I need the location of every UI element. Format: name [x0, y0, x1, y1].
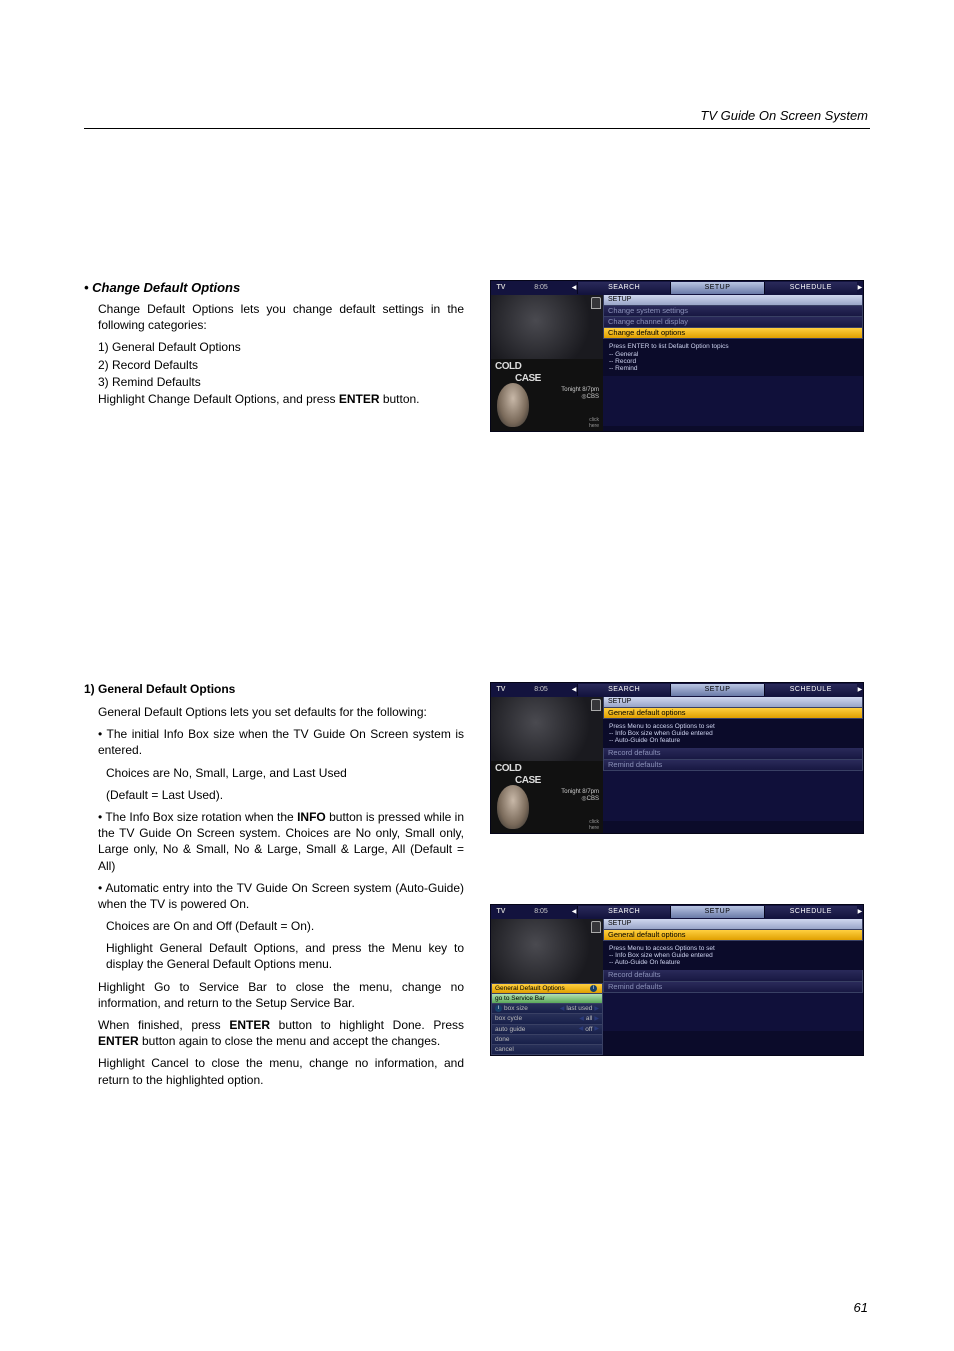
option-box-cycle: box cycle◀all▶	[491, 1014, 603, 1024]
sec2-b2: • The Info Box size rotation when the IN…	[84, 809, 464, 874]
menu-remind-defaults: Remind defaults	[603, 760, 863, 771]
tab-setup: SETUP	[670, 282, 763, 294]
info-icon: i	[590, 985, 597, 992]
sec1-list-1: 1) General Default Options	[98, 339, 464, 355]
page-header-title: TV Guide On Screen System	[700, 108, 868, 123]
option-box-size: ibox size◀last used▶	[491, 1004, 603, 1014]
tab-schedule: SCHEDULE	[764, 282, 857, 294]
sec2-p6: Highlight Cancel to close the menu, chan…	[84, 1055, 464, 1087]
page-number: 61	[854, 1300, 868, 1315]
sec2-p5: When finished, press ENTER button to hig…	[84, 1017, 464, 1049]
sec2-b3a: • Automatic entry into the TV Guide On S…	[84, 880, 464, 912]
menu-description: Press Menu to access Options to set -- I…	[603, 941, 863, 970]
tv-screenshot-2: TV 8:05 ◀ SEARCH SETUP SCHEDULE ▶ COLD	[490, 682, 864, 834]
sec1-list-3: 3) Remind Defaults	[98, 374, 464, 390]
menu-change-channel: Change channel display	[603, 317, 863, 328]
option-done: done	[491, 1035, 603, 1045]
lock-icon	[591, 297, 601, 309]
right-triangle-icon: ▶	[594, 1006, 599, 1013]
promo-face	[497, 383, 529, 427]
sec2-b1b: Choices are No, Small, Large, and Last U…	[84, 765, 464, 781]
video-window	[491, 697, 603, 761]
clock: 8:05	[511, 908, 571, 916]
left-triangle-icon: ◀	[560, 1006, 565, 1013]
tvguide-logo: TV	[491, 908, 511, 916]
promo-face	[497, 785, 529, 829]
tab-search: SEARCH	[577, 906, 670, 918]
menu-change-system: Change system settings	[603, 306, 863, 317]
promo-panel: COLD CASE Tonight 8/7pm◎CBS click here	[491, 761, 603, 833]
right-arrow-icon: ▶	[857, 907, 863, 917]
menu-general-default: General default options	[603, 930, 863, 941]
menu-record-defaults: Record defaults	[603, 970, 863, 981]
clock: 8:05	[511, 284, 571, 292]
tab-schedule: SCHEDULE	[764, 906, 857, 918]
video-window	[491, 295, 603, 359]
left-triangle-icon: ◀	[579, 1016, 584, 1023]
sec2-p4: Highlight Go to Service Bar to close the…	[84, 979, 464, 1011]
right-triangle-icon: ▶	[594, 1026, 599, 1033]
menu-description: Press ENTER to list Default Option topic…	[603, 339, 863, 376]
menu-label: SETUP	[603, 697, 863, 708]
sec2-p1: General Default Options lets you set def…	[84, 704, 464, 720]
right-arrow-icon: ▶	[857, 685, 863, 695]
left-triangle-icon: ◀	[579, 1026, 584, 1033]
right-arrow-icon: ▶	[857, 283, 863, 293]
tvguide-logo: TV	[491, 284, 511, 292]
info-icon: i	[495, 1005, 502, 1012]
sec2-b1c: (Default = Last Used).	[84, 787, 464, 803]
menu-general-default: General default options	[603, 708, 863, 719]
options-header: General Default Optionsi	[491, 983, 603, 994]
sec2-b3b: Choices are On and Off (Default = On).	[84, 918, 464, 934]
option-go-service-bar: go to Service Bar	[491, 994, 603, 1004]
video-window	[491, 919, 603, 983]
sec1-para2: Highlight Change Default Options, and pr…	[84, 391, 464, 407]
tab-setup: SETUP	[670, 684, 763, 696]
promo-panel: COLD CASE Tonight 8/7pm◎CBS click here	[491, 359, 603, 431]
option-auto-guide: auto guide◀off▶	[491, 1025, 603, 1035]
sec2-b1: • The initial Info Box size when the TV …	[84, 726, 464, 758]
header-rule	[84, 128, 870, 129]
menu-description: Press Menu to access Options to set -- I…	[603, 719, 863, 748]
tab-schedule: SCHEDULE	[764, 684, 857, 696]
sec1-list-2: 2) Record Defaults	[98, 357, 464, 373]
sec1-para1: Change Default Options lets you change d…	[84, 301, 464, 333]
section-general-default-heading: 1) General Default Options	[84, 682, 464, 696]
tv-screenshot-1: TV 8:05 ◀ SEARCH SETUP SCHEDULE ▶ COLD C…	[490, 280, 864, 432]
lock-icon	[591, 921, 601, 933]
section-change-default-heading: • Change Default Options	[84, 280, 464, 295]
tv-screenshot-3: TV 8:05 ◀ SEARCH SETUP SCHEDULE ▶ Genera…	[490, 904, 864, 1056]
menu-remind-defaults: Remind defaults	[603, 982, 863, 993]
options-panel: General Default Optionsi go to Service B…	[491, 983, 603, 1055]
tab-setup: SETUP	[670, 906, 763, 918]
lock-icon	[591, 699, 601, 711]
option-cancel: cancel	[491, 1045, 603, 1055]
menu-record-defaults: Record defaults	[603, 748, 863, 759]
menu-label: SETUP	[603, 295, 863, 306]
tvguide-logo: TV	[491, 686, 511, 694]
tab-search: SEARCH	[577, 684, 670, 696]
tab-search: SEARCH	[577, 282, 670, 294]
right-triangle-icon: ▶	[594, 1016, 599, 1023]
sec2-b3c: Highlight General Default Options, and p…	[84, 940, 464, 972]
menu-change-default: Change default options	[603, 328, 863, 339]
menu-label: SETUP	[603, 919, 863, 930]
clock: 8:05	[511, 686, 571, 694]
